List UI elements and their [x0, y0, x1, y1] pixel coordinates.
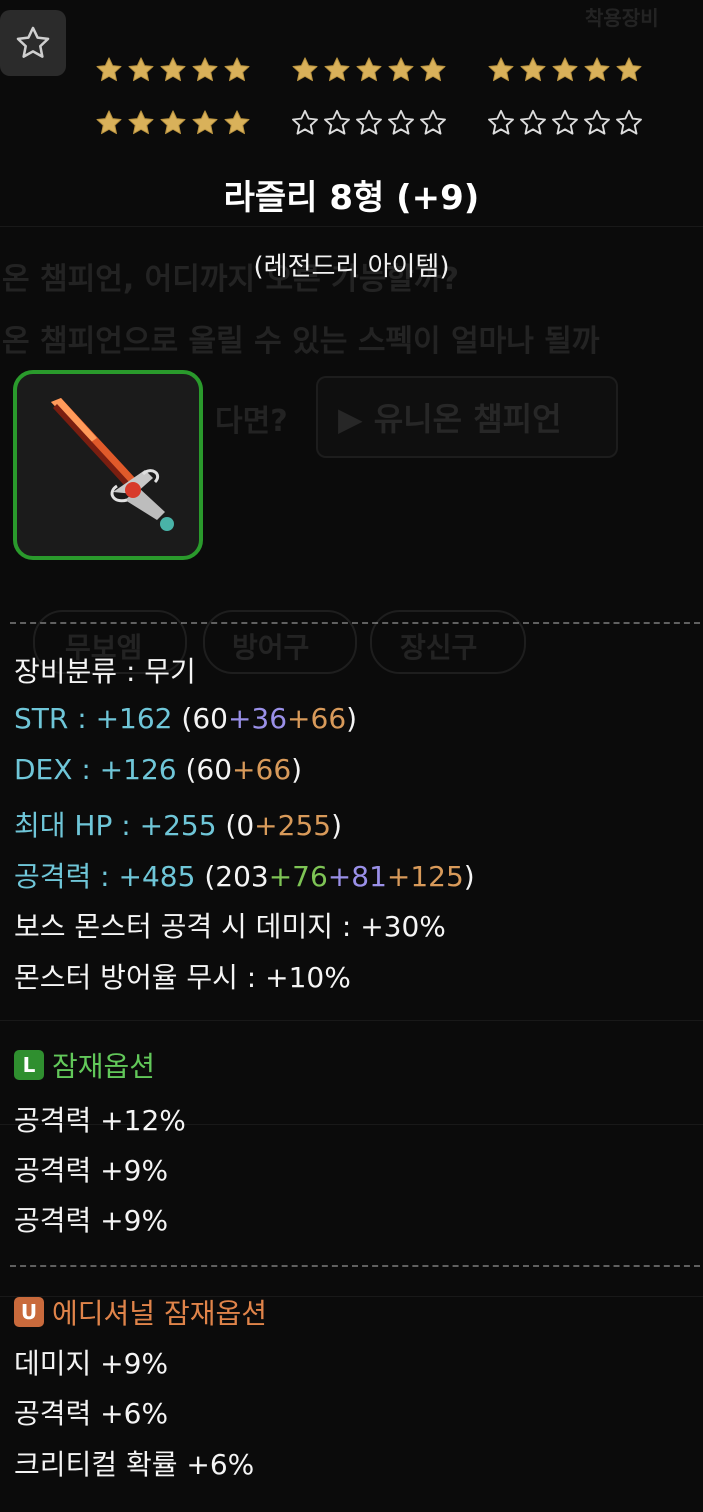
star-force-row-2: [94, 108, 644, 138]
star-filled-icon: [192, 57, 218, 82]
paren-open: (: [195, 860, 216, 893]
stat-attack-label: 공격력 :: [14, 860, 119, 893]
stat-str-total: +162: [95, 702, 173, 735]
item-icon-frame: [13, 370, 203, 560]
star-filled-icon: [96, 57, 122, 82]
bg-text: 방어구: [232, 631, 310, 664]
star-filled-icon: [96, 110, 122, 135]
paren-open: (: [172, 702, 193, 735]
stat-hp-label: 최대 HP :: [14, 809, 140, 842]
additional-potential-header: U 에디셔널 잠재옵션: [14, 1292, 267, 1332]
star-filled-icon: [388, 57, 414, 82]
star-filled-icon: [488, 57, 514, 82]
stat-hp-total: +255: [139, 809, 217, 842]
star-force-row-1: [94, 55, 644, 85]
star-filled-icon: [224, 110, 250, 135]
additional-potential-line: 공격력 +6%: [14, 1397, 169, 1430]
star-filled-icon: [356, 57, 382, 82]
star-filled-icon: [324, 57, 350, 82]
stat-ignore-defense: 몬스터 방어율 무시 : +10%: [14, 961, 351, 994]
stat-str-label: STR :: [14, 702, 96, 735]
paren-close: ): [346, 702, 358, 735]
favorite-button[interactable]: [0, 10, 66, 76]
star-filled-icon: [552, 57, 578, 82]
star-outline-icon: [16, 26, 50, 58]
star-empty-icon: [616, 109, 642, 135]
additional-potential-line: 크리티컬 확률 +6%: [14, 1448, 255, 1481]
stat-str-additional: +66: [287, 702, 347, 735]
star-empty-icon: [552, 109, 578, 135]
potential-line: 공격력 +9%: [14, 1204, 169, 1237]
star-empty-icon: [324, 109, 350, 135]
stat-dex-additional: +66: [232, 753, 292, 786]
star-group: [486, 55, 644, 85]
stat-attack-scroll: +76: [268, 860, 328, 893]
additional-potential-title: 에디셔널 잠재옵션: [52, 1297, 267, 1330]
star-group: [290, 108, 448, 138]
star-filled-icon: [128, 110, 154, 135]
bg-text: 착용장비: [585, 6, 659, 30]
stat-attack-additional: +125: [386, 860, 464, 893]
stat-attack: 공격력 : +485 (203+76+81+125): [14, 855, 475, 895]
star-filled-icon: [128, 57, 154, 82]
paren-close: ): [463, 860, 475, 893]
star-filled-icon: [616, 57, 642, 82]
paren-open: (: [216, 809, 237, 842]
star-filled-icon: [420, 57, 446, 82]
stat-str-starforce: +36: [227, 702, 288, 735]
stat-boss-damage: 보스 몬스터 공격 시 데미지 : +30%: [14, 910, 446, 943]
paren-close: ): [331, 809, 343, 842]
stat-hp-additional: +255: [254, 809, 332, 842]
unique-badge-icon: U: [14, 1297, 44, 1327]
star-empty-icon: [584, 109, 610, 135]
bg-button: [316, 376, 618, 458]
star-group: [94, 108, 252, 138]
star-empty-icon: [520, 109, 546, 135]
star-empty-icon: [292, 109, 318, 135]
star-filled-icon: [192, 110, 218, 135]
bg-text: 온 챔피언으로 올릴 수 있는 스펙이 얼마나 될까: [2, 324, 600, 359]
star-group: [290, 55, 448, 85]
star-empty-icon: [388, 109, 414, 135]
stat-str-base: 60: [192, 702, 228, 735]
divider: [10, 622, 700, 624]
stat-dex-total: +126: [99, 753, 177, 786]
stat-attack-base: 203: [215, 860, 269, 893]
legendary-badge-icon: L: [14, 1050, 44, 1080]
stat-attack-total: +485: [118, 860, 196, 893]
potential-title: 잠재옵션: [52, 1050, 156, 1083]
equipment-category: 장비분류 : 무기: [14, 655, 196, 688]
stat-dex-base: 60: [196, 753, 233, 786]
sword-icon: [51, 398, 174, 531]
bg-text: ▶ 유니온 챔피언: [338, 400, 562, 438]
additional-potential-line: 데미지 +9%: [14, 1347, 169, 1380]
star-filled-icon: [160, 57, 186, 82]
star-group: [486, 108, 644, 138]
potential-header: L 잠재옵션: [14, 1045, 155, 1085]
star-empty-icon: [356, 109, 382, 135]
stat-dex: DEX : +126 (60+66): [14, 753, 302, 786]
paren-open: (: [176, 753, 197, 786]
star-filled-icon: [292, 57, 318, 82]
stat-dex-label: DEX :: [14, 753, 100, 786]
potential-line: 공격력 +9%: [14, 1154, 169, 1187]
divider: [10, 1265, 700, 1267]
stat-hp-base: 0: [236, 809, 255, 842]
star-empty-icon: [420, 109, 446, 135]
star-group: [94, 55, 252, 85]
paren-close: ): [291, 753, 303, 786]
bg-text: 장신구: [400, 631, 478, 664]
star-empty-icon: [488, 109, 514, 135]
item-name: 라즐리 8형 (+9): [223, 178, 480, 218]
stat-str: STR : +162 (60+36+66): [14, 702, 357, 735]
stat-hp: 최대 HP : +255 (0+255): [14, 804, 342, 844]
bg-text: 다면?: [215, 404, 288, 439]
star-filled-icon: [224, 57, 250, 82]
item-grade: (레전드리 아이템): [253, 252, 450, 282]
potential-line: 공격력 +12%: [14, 1104, 186, 1137]
star-filled-icon: [160, 110, 186, 135]
star-filled-icon: [520, 57, 546, 82]
star-filled-icon: [584, 57, 610, 82]
stat-attack-starforce: +81: [327, 860, 387, 893]
